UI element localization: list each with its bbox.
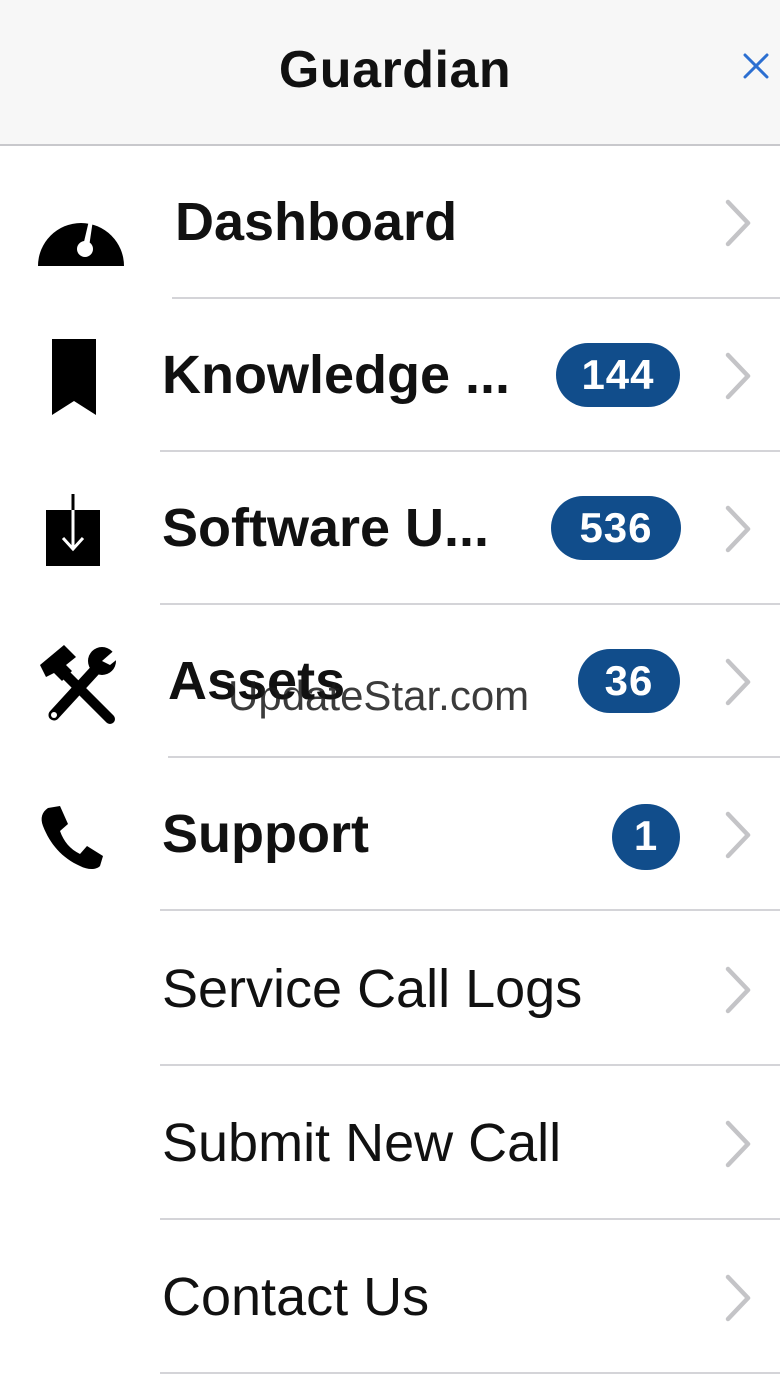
chevron-right-icon xyxy=(722,1119,754,1169)
row-divider xyxy=(160,909,780,911)
row-divider xyxy=(160,1218,780,1220)
dashboard-gauge-icon xyxy=(38,200,124,266)
count-badge: 144 xyxy=(556,343,680,407)
row-divider xyxy=(160,1372,780,1374)
menu-item-label: Submit New Call xyxy=(162,1113,562,1173)
menu-item-assets[interactable]: Assets 36 xyxy=(0,605,780,758)
menu-item-service-call-logs[interactable]: Service Call Logs xyxy=(0,913,780,1066)
row-divider xyxy=(160,1064,780,1066)
chevron-right-icon xyxy=(722,657,754,707)
count-badge: 536 xyxy=(551,496,681,560)
bookmark-icon xyxy=(52,339,96,415)
menu-item-dashboard[interactable]: Dashboard xyxy=(0,146,780,299)
chevron-right-icon xyxy=(722,351,754,401)
menu-item-label: Contact Us xyxy=(162,1267,430,1327)
nav-header: Guardian xyxy=(0,0,780,146)
count-badge: 36 xyxy=(578,649,680,713)
close-icon xyxy=(743,53,769,79)
menu-item-submit-new-call[interactable]: Submit New Call xyxy=(0,1067,780,1220)
chevron-right-icon xyxy=(722,1273,754,1323)
close-button[interactable] xyxy=(735,45,775,85)
chevron-right-icon xyxy=(722,810,754,860)
menu-item-knowledge[interactable]: Knowledge ... 144 xyxy=(0,299,780,452)
chevron-right-icon xyxy=(722,198,754,248)
phone-icon xyxy=(41,806,103,869)
menu-item-label: Support xyxy=(162,804,369,864)
chevron-right-icon xyxy=(722,504,754,554)
menu-item-contact-us[interactable]: Contact Us xyxy=(0,1221,780,1374)
menu-item-label: Software U... xyxy=(162,498,490,558)
tools-icon xyxy=(40,645,120,724)
menu-item-software-updates[interactable]: Software U... 536 xyxy=(0,452,780,605)
count-badge: 1 xyxy=(612,804,680,870)
menu-item-label: Dashboard xyxy=(175,192,458,252)
menu-item-label: Assets xyxy=(168,651,346,711)
menu-item-label: Knowledge ... xyxy=(162,345,511,405)
chevron-right-icon xyxy=(722,965,754,1015)
menu-item-label: Service Call Logs xyxy=(162,959,583,1019)
menu-item-support[interactable]: Support 1 xyxy=(0,758,780,911)
download-box-icon xyxy=(46,494,100,566)
header-title: Guardian xyxy=(278,41,512,99)
